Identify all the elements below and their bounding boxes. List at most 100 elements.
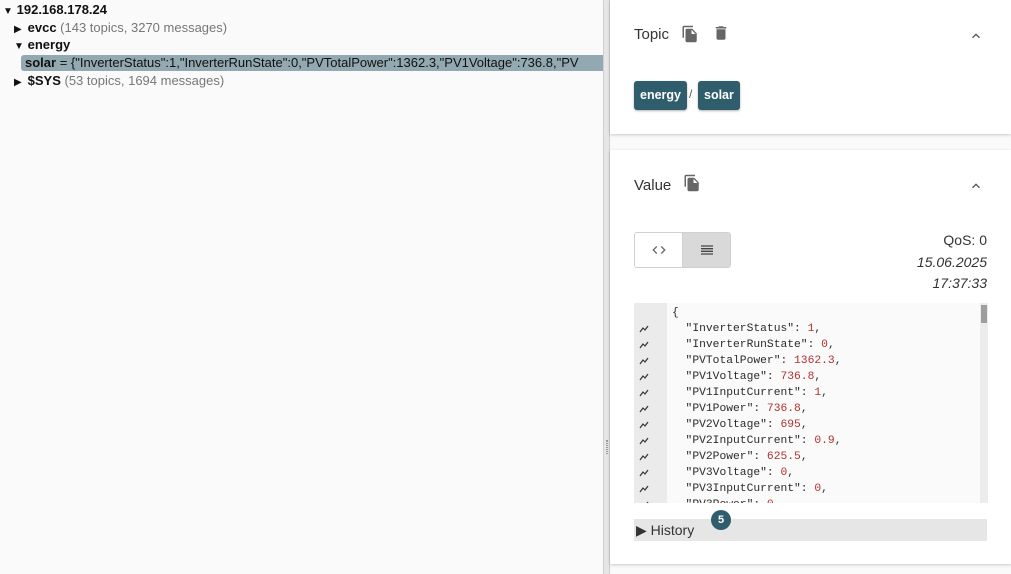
code-line: "PV1Voltage": 736.8,	[672, 369, 842, 385]
code-view-icon	[652, 246, 666, 254]
code-key: "PV2InputCurrent":	[672, 435, 815, 447]
code-value: 736.8	[780, 371, 815, 383]
code-value: 736.8	[766, 403, 801, 415]
code-punct: ,	[827, 339, 835, 351]
code-key: "PV1Voltage":	[672, 371, 781, 383]
tree-node-label[interactable]: $SYS	[28, 73, 61, 88]
code-line: "PV3Power": 0,	[672, 497, 842, 503]
code-line: "PV2Power": 625.5,	[672, 449, 842, 465]
code-key: "PV3Power":	[672, 499, 767, 503]
sparkline-icon[interactable]	[639, 373, 649, 381]
history-label: History	[650, 522, 695, 538]
sparkline-icon[interactable]	[639, 405, 649, 413]
history-count-badge: 5	[711, 510, 731, 530]
history-toggle[interactable]: ▶ History	[634, 519, 987, 541]
code-punct: ,	[834, 435, 842, 447]
collapsed-arrow-icon: ▶	[636, 522, 651, 538]
sparkline-icon[interactable]	[639, 421, 649, 429]
topic-chip-energy[interactable]: energy	[634, 81, 687, 110]
code-view-button[interactable]	[635, 233, 683, 267]
qos-label: QoS: 0	[943, 232, 987, 248]
code-punct: ,	[814, 371, 822, 383]
editor-scrollbar[interactable]	[980, 303, 988, 503]
value-title: Value	[634, 177, 672, 194]
topic-separator: /	[689, 87, 693, 101]
code-key: "PVTotalPower":	[672, 355, 795, 367]
code-punct: ,	[800, 419, 808, 431]
code-key: "PV3Voltage":	[672, 467, 781, 479]
sparkline-icon[interactable]	[639, 501, 649, 503]
tree-node-energy[interactable]: ▼ energy	[14, 37, 70, 55]
pane-splitter[interactable]	[603, 0, 610, 574]
topic-title: Topic	[634, 26, 670, 43]
topic-tree: ▼ 192.168.178.24 ▶ evcc (143 topics, 327…	[0, 0, 603, 574]
chevron-up-icon[interactable]	[968, 28, 984, 44]
drag-handle-icon[interactable]	[606, 440, 608, 454]
code-key: "InverterStatus":	[672, 323, 808, 335]
raw-view-button[interactable]	[683, 233, 730, 267]
tree-node-value: = {"InverterStatus":1,"InverterRunState"…	[56, 55, 579, 70]
collapsed-arrow-icon[interactable]: ▶	[14, 22, 24, 38]
scrollbar-thumb[interactable]	[981, 305, 987, 323]
sparkline-icon[interactable]	[639, 469, 649, 477]
sparkline-icon[interactable]	[639, 485, 649, 493]
sparkline-icon[interactable]	[639, 389, 649, 397]
sparkline-icon[interactable]	[639, 325, 649, 333]
code-value: 625.5	[766, 451, 801, 463]
code-line: "PV2InputCurrent": 0.9,	[672, 433, 842, 449]
topic-chip-solar[interactable]: solar	[698, 81, 740, 110]
raw-view-icon	[701, 245, 713, 255]
code-line: "PV1InputCurrent": 1,	[672, 385, 842, 401]
code-line: {	[672, 305, 842, 321]
code-key: "PV2Power":	[672, 451, 767, 463]
code-punct: ,	[821, 387, 828, 399]
tree-node-label[interactable]: evcc	[28, 20, 57, 35]
code-value: 0	[767, 499, 774, 503]
code-value: 1362.3	[794, 355, 835, 367]
tree-node-solar-selected[interactable]: solar = {"InverterStatus":1,"InverterRun…	[21, 55, 603, 71]
code-line: "PV3InputCurrent": 0,	[672, 481, 842, 497]
code-punct: ,	[800, 451, 808, 463]
code-punct: ,	[774, 499, 781, 503]
topic-panel: Topic	[610, 0, 1011, 134]
delete-icon[interactable]	[712, 24, 730, 42]
copy-icon[interactable]	[683, 174, 701, 192]
code-line: "PV1Power": 736.8,	[672, 401, 842, 417]
tree-node-broker[interactable]: ▼ 192.168.178.24	[3, 2, 107, 20]
copy-icon[interactable]	[681, 25, 699, 43]
value-panel: Value QoS: 0 15.06.2025 17:37:33 { "Inve…	[610, 150, 1011, 564]
code-line: "InverterRunState": 0,	[672, 337, 842, 353]
tree-node-label[interactable]: energy	[28, 37, 71, 52]
code-key: "PV1Power":	[672, 403, 767, 415]
json-code[interactable]: { "InverterStatus": 1, "InverterRunState…	[672, 305, 842, 503]
code-punct: ,	[800, 403, 808, 415]
tree-node-label[interactable]: solar	[25, 55, 56, 70]
code-punct: ,	[814, 323, 822, 335]
tree-node-label[interactable]: 192.168.178.24	[17, 2, 107, 17]
code-value: 0.9	[814, 435, 835, 447]
tree-node-meta: (53 topics, 1694 messages)	[64, 73, 225, 88]
chevron-up-icon[interactable]	[968, 178, 984, 194]
tree-node-meta: (143 topics, 3270 messages)	[60, 20, 228, 35]
code-punct: ,	[821, 483, 828, 495]
sparkline-icon[interactable]	[639, 437, 649, 445]
sparkline-icon[interactable]	[639, 453, 649, 461]
collapsed-arrow-icon[interactable]: ▶	[14, 75, 24, 91]
tree-node-evcc[interactable]: ▶ evcc (143 topics, 3270 messages)	[14, 20, 227, 38]
sparkline-icon[interactable]	[639, 357, 649, 365]
sparkline-icon[interactable]	[639, 341, 649, 349]
code-line: "PV2Voltage": 695,	[672, 417, 842, 433]
code-key: "InverterRunState":	[672, 339, 822, 351]
code-line: "PVTotalPower": 1362.3,	[672, 353, 842, 369]
code-key: "PV2Voltage":	[672, 419, 781, 431]
code-punct: ,	[834, 355, 842, 367]
message-time: 17:37:33	[932, 275, 988, 291]
code-key: {	[672, 307, 679, 319]
json-editor[interactable]: { "InverterStatus": 1, "InverterRunState…	[634, 303, 988, 503]
expanded-arrow-icon[interactable]: ▼	[3, 4, 13, 20]
expanded-arrow-icon[interactable]: ▼	[14, 39, 24, 55]
message-date: 15.06.2025	[916, 254, 987, 270]
code-key: "PV1InputCurrent":	[672, 387, 815, 399]
view-mode-toggle[interactable]	[634, 232, 731, 268]
tree-node-sys[interactable]: ▶ $SYS (53 topics, 1694 messages)	[14, 73, 224, 91]
